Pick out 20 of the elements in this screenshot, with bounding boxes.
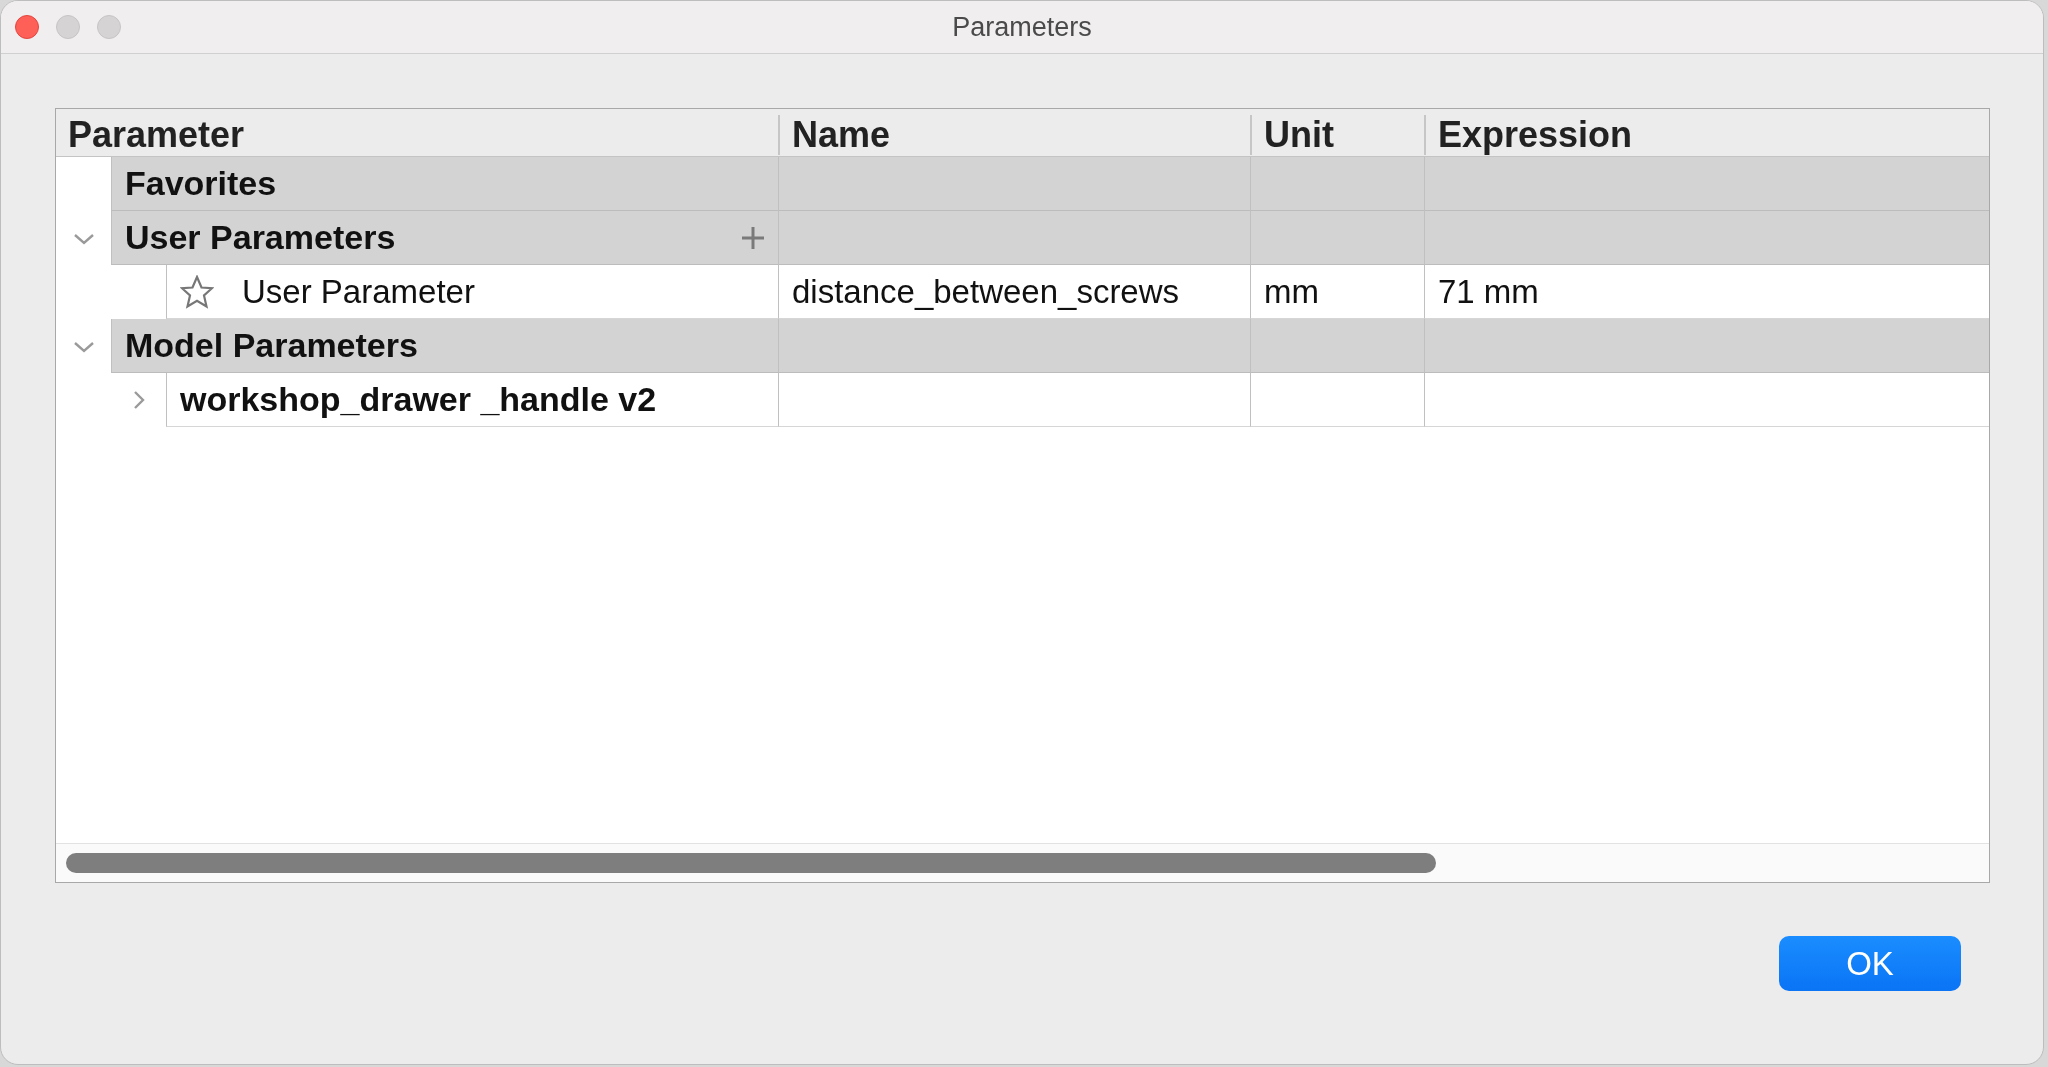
minimize-button[interactable] bbox=[56, 15, 80, 39]
section-label: Model Parameters bbox=[125, 326, 418, 365]
column-header[interactable]: Name bbox=[792, 115, 891, 155]
column-header[interactable]: Expression bbox=[1438, 115, 1633, 155]
column-header[interactable]: Unit bbox=[1264, 115, 1334, 155]
ok-button[interactable]: OK bbox=[1779, 936, 1961, 991]
scrollbar-thumb[interactable] bbox=[66, 853, 1436, 873]
add-icon[interactable] bbox=[741, 225, 765, 250]
component-name: workshop_drawer _handle v2 bbox=[180, 380, 657, 419]
parameter-label: User Parameter bbox=[242, 272, 475, 311]
section-label: Favorites bbox=[125, 164, 277, 203]
column-header[interactable]: Parameter bbox=[68, 115, 245, 155]
table-cell: 71 mm bbox=[1424, 265, 1989, 319]
table-cell: mm bbox=[1250, 265, 1424, 319]
star-outline-icon[interactable] bbox=[180, 274, 214, 309]
table-cell: distance_between_screws bbox=[778, 265, 1250, 319]
section-label: User Parameters bbox=[125, 218, 396, 257]
close-button[interactable] bbox=[15, 15, 39, 39]
zoom-button[interactable] bbox=[97, 15, 121, 39]
window-title: Parameters bbox=[952, 11, 1092, 43]
